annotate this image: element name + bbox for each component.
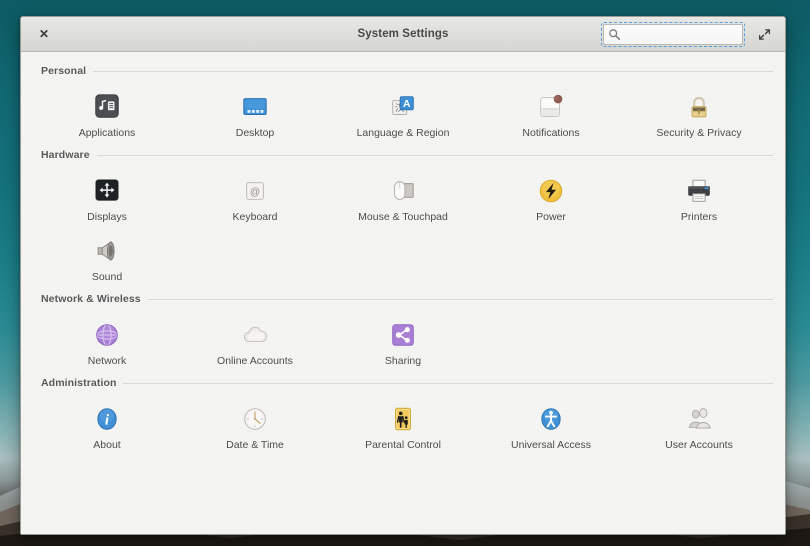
svg-text:A: A [403,99,411,110]
expand-diagonal-icon [758,28,770,40]
settings-item-power[interactable]: Power [477,169,625,229]
settings-item-label: Security & Privacy [656,127,742,139]
online-accounts-icon [239,319,271,351]
section-header: Hardware [33,145,773,165]
system-settings-window: ✕ System Settings Personal Applications … [20,16,786,535]
close-button[interactable]: ✕ [31,17,57,51]
user-accounts-icon [683,403,715,435]
settings-item-network[interactable]: Network [33,313,181,373]
settings-item-printers[interactable]: Printers [625,169,773,229]
settings-item-label: Desktop [235,127,275,139]
svg-text:@: @ [250,187,260,198]
close-icon: ✕ [38,27,50,41]
settings-item-label: Network [87,355,127,367]
window-titlebar[interactable]: ✕ System Settings [21,17,785,52]
search-input[interactable] [603,24,743,45]
section-divider [123,382,773,384]
desktop-icon [239,91,271,123]
notifications-icon [535,91,567,123]
network-icon [91,319,123,351]
maximize-button[interactable] [753,17,775,51]
section-divider [147,298,773,300]
power-icon [535,175,567,207]
grid-spacer [625,313,773,373]
displays-icon [91,175,123,207]
settings-item-label: User Accounts [665,439,733,451]
sound-icon [91,235,123,267]
keyboard-icon: @ [239,175,271,207]
section-title: Personal [41,65,87,77]
language-region-icon: 汉 A [387,91,419,123]
settings-item-label: Language & Region [356,127,450,139]
settings-item-security-privacy[interactable]: Security & Privacy [625,85,773,145]
settings-item-desktop[interactable]: Desktop [181,85,329,145]
settings-item-label: Printers [680,211,718,223]
desktop-wallpaper: ✕ System Settings Personal Applications … [0,0,810,546]
settings-item-label: Keyboard [232,211,278,223]
section-administration: Administration i About Date & Time Paren… [21,373,785,457]
section-divider [93,70,773,72]
printers-icon [683,175,715,207]
settings-item-applications[interactable]: Applications [33,85,181,145]
settings-item-label: Parental Control [365,439,441,451]
settings-item-label: About [93,439,121,451]
section-title: Hardware [41,149,90,161]
section-title: Administration [41,377,117,389]
settings-item-label: Notifications [522,127,580,139]
section-personal: Personal Applications Desktop A Language… [21,61,785,145]
settings-item-keyboard[interactable]: @ Keyboard [181,169,329,229]
settings-item-label: Applications [78,127,136,139]
settings-item-date-time[interactable]: Date & Time [181,397,329,457]
grid-spacer [477,313,625,373]
settings-item-mouse-touchpad[interactable]: Mouse & Touchpad [329,169,477,229]
about-icon: i [91,403,123,435]
search-box[interactable] [601,22,745,47]
settings-item-sharing[interactable]: Sharing [329,313,477,373]
applications-icon [91,91,123,123]
settings-item-about[interactable]: i About [33,397,181,457]
settings-item-label: Power [536,211,566,223]
section-hardware: Hardware Displays @ Keyboard Mouse & Tou… [21,145,785,289]
settings-item-notifications[interactable]: Notifications [477,85,625,145]
section-divider [96,154,773,156]
settings-content: Personal Applications Desktop A Language… [21,52,785,534]
section-title: Network & Wireless [41,293,141,305]
settings-item-universal-access[interactable]: Universal Access [477,397,625,457]
settings-item-sound[interactable]: Sound [33,229,181,289]
settings-grid: Network Online Accounts Sharing [33,309,773,373]
settings-item-label: Online Accounts [217,355,293,367]
settings-grid: Displays @ Keyboard Mouse & Touchpad Pow… [33,165,773,289]
section-header: Personal [33,61,773,81]
universal-access-icon [535,403,567,435]
settings-grid: i About Date & Time Parental Control Uni… [33,393,773,457]
settings-item-label: Date & Time [226,439,284,451]
settings-item-label: Mouse & Touchpad [358,211,448,223]
settings-item-parental-control[interactable]: Parental Control [329,397,477,457]
settings-item-user-accounts[interactable]: User Accounts [625,397,773,457]
sharing-icon [387,319,419,351]
section-header: Network & Wireless [33,289,773,309]
settings-item-online-accounts[interactable]: Online Accounts [181,313,329,373]
settings-item-label: Universal Access [511,439,591,451]
section-network-wireless: Network & Wireless Network Online Accoun… [21,289,785,373]
section-header: Administration [33,373,773,393]
settings-item-displays[interactable]: Displays [33,169,181,229]
mouse-touchpad-icon [387,175,419,207]
settings-item-language-region[interactable]: 汉 A Language & Region [329,85,477,145]
settings-item-label: Sharing [384,355,422,367]
security-privacy-icon [683,91,715,123]
settings-grid: Applications Desktop A Language & Region… [33,81,773,145]
date-time-icon [239,403,271,435]
parental-control-icon [387,403,419,435]
settings-item-label: Sound [91,271,123,283]
settings-item-label: Displays [87,211,127,223]
